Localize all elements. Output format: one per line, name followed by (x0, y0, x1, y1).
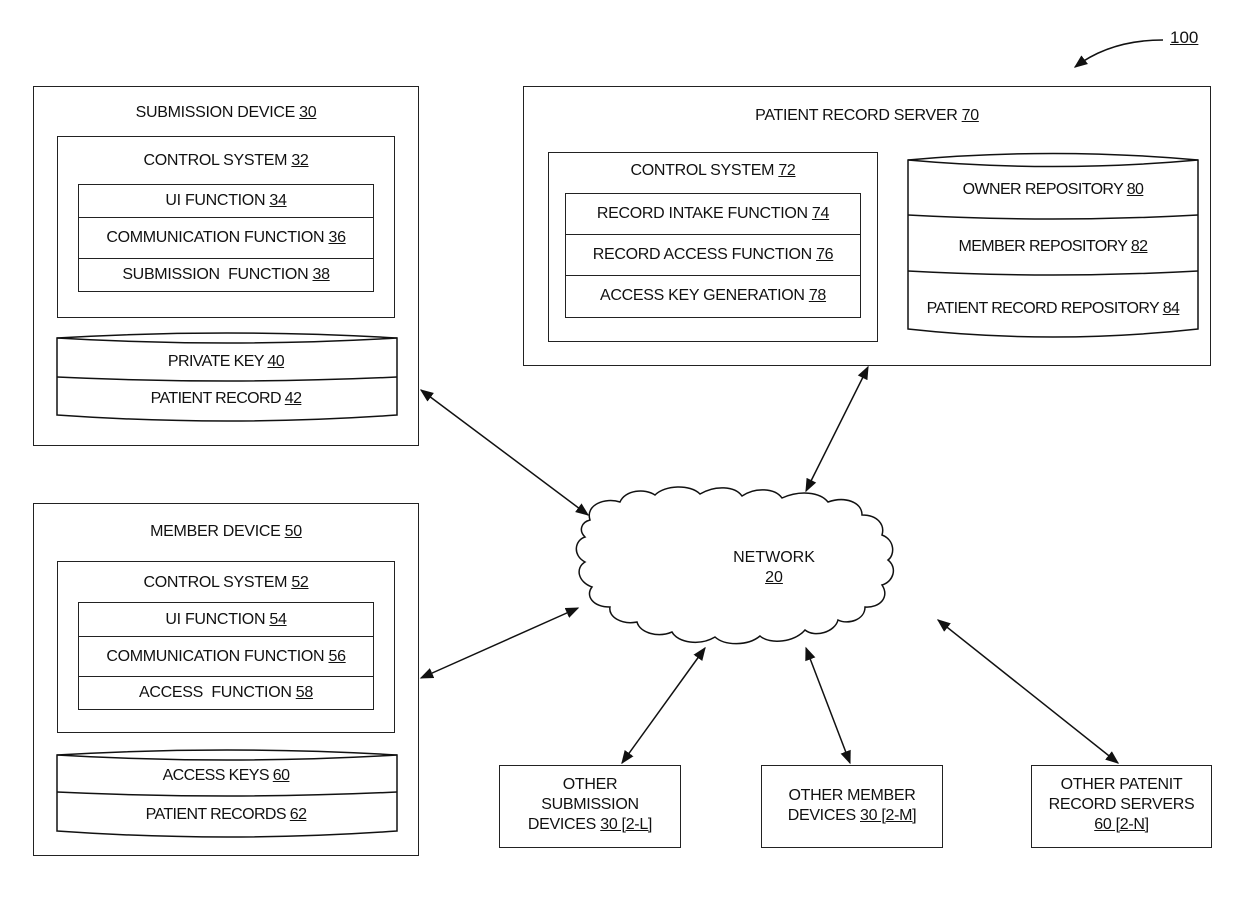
network-number: 20 (765, 569, 783, 586)
patient-record-store: PATIENT RECORD 42 (150, 390, 302, 407)
member-function-list: UI FUNCTION 54 COMMUNICATION FUNCTION 56… (78, 602, 374, 710)
other-line: OTHER (562, 776, 618, 793)
figure-ref-label: 100 (1170, 28, 1198, 48)
member-control-system: CONTROL SYSTEM 52 UI FUNCTION 54 COMMUNI… (57, 561, 395, 733)
member-device: MEMBER DEVICE 50 CONTROL SYSTEM 52 UI FU… (33, 503, 419, 856)
server-control-system-title: CONTROL SYSTEM 72 (630, 162, 796, 179)
other-line: OTHER MEMBER (788, 787, 916, 804)
ui-function: UI FUNCTION 34 (79, 185, 373, 218)
network-name: NETWORK (733, 549, 815, 566)
link-other-server-network (936, 619, 1120, 764)
link-submission-network (419, 389, 590, 516)
other-line: SUBMISSION (541, 796, 639, 813)
private-key-store: PRIVATE KEY 40 (167, 353, 285, 370)
patient-records-store: PATIENT RECORDS 62 (145, 806, 307, 823)
server-control-system: CONTROL SYSTEM 72 RECORD INTAKE FUNCTION… (548, 152, 878, 342)
other-line: DEVICES 30 [2-M] (787, 807, 917, 824)
ui-function: UI FUNCTION 54 (79, 603, 373, 637)
member-storage-cylinder (56, 749, 398, 838)
link-other-member-network (805, 646, 851, 765)
figure-ref-number: 100 (1170, 28, 1199, 47)
link-member-network (419, 607, 580, 679)
communication-function: COMMUNICATION FUNCTION 36 (79, 218, 373, 259)
other-submission-devices: OTHER SUBMISSION DEVICES 30 [2-L] (499, 765, 681, 848)
other-member-devices: OTHER MEMBER DEVICES 30 [2-M] (761, 765, 943, 848)
communication-function: COMMUNICATION FUNCTION 56 (79, 637, 373, 677)
submission-device-title: SUBMISSION DEVICE 30 (135, 104, 317, 121)
other-number: 60 [2-N] (1094, 816, 1149, 833)
link-other-submission-network (621, 646, 706, 765)
patient-record-server: PATIENT RECORD SERVER 70 CONTROL SYSTEM … (523, 86, 1211, 366)
submission-device: SUBMISSION DEVICE 30 CONTROL SYSTEM 32 U… (33, 86, 419, 446)
member-repository: MEMBER REPOSITORY 82 (958, 238, 1149, 255)
other-patient-record-servers: OTHER PATENIT RECORD SERVERS 60 [2-N] (1031, 765, 1212, 848)
access-function: ACCESS FUNCTION 58 (139, 684, 313, 701)
figure-ref-arrow (1073, 39, 1164, 68)
network-label: NETWORK 20 (714, 548, 834, 588)
patient-record-repository: PATIENT RECORD REPOSITORY 84 (926, 300, 1180, 317)
access-key-generation: ACCESS KEY GENERATION 78 (599, 287, 827, 304)
submission-control-system-title: CONTROL SYSTEM 32 (143, 152, 309, 169)
record-intake-function: RECORD INTAKE FUNCTION 74 (566, 194, 860, 235)
patient-record-server-title: PATIENT RECORD SERVER 70 (755, 107, 979, 124)
submission-function: SUBMISSION FUNCTION 38 (122, 265, 330, 283)
record-access-function: RECORD ACCESS FUNCTION 76 (566, 235, 860, 276)
submission-control-system: CONTROL SYSTEM 32 UI FUNCTION 34 COMMUNI… (57, 136, 395, 318)
access-keys-store: ACCESS KEYS 60 (162, 767, 290, 784)
other-line: DEVICES 30 [2-L] (527, 816, 653, 833)
submission-function-list: UI FUNCTION 34 COMMUNICATION FUNCTION 36… (78, 184, 374, 292)
other-line: OTHER PATENIT (1060, 776, 1183, 793)
member-device-title: MEMBER DEVICE 50 (150, 523, 302, 540)
server-function-list: RECORD INTAKE FUNCTION 74 RECORD ACCESS … (565, 193, 861, 318)
other-line: RECORD SERVERS (1048, 796, 1195, 813)
submission-storage-cylinder (56, 332, 398, 422)
member-control-system-title: CONTROL SYSTEM 52 (143, 574, 309, 591)
owner-repository: OWNER REPOSITORY 80 (962, 181, 1144, 198)
link-server-network (805, 365, 869, 493)
